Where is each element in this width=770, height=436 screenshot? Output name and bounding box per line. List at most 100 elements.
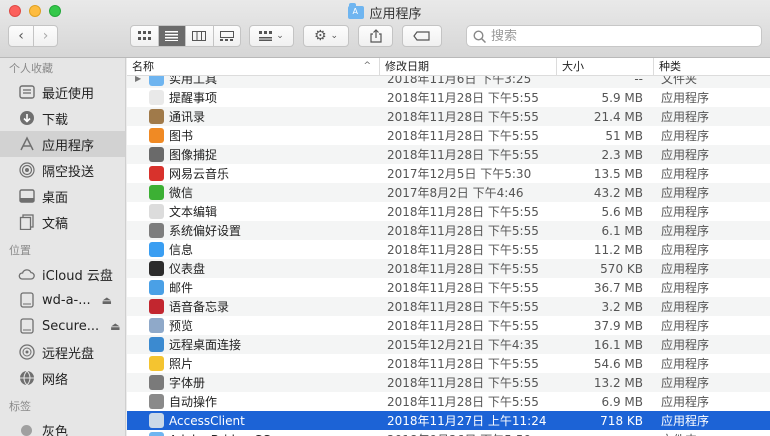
file-date: 2018年11月28日 下午5:55 — [387, 300, 539, 314]
file-name-label: 字体册 — [169, 376, 206, 390]
column-header-kind[interactable]: 种类 — [654, 58, 770, 76]
file-kind: 应用程序 — [661, 167, 710, 181]
file-name-cell: 字体册 — [127, 374, 380, 391]
mail-icon — [149, 280, 164, 295]
disk-icon — [18, 318, 35, 335]
sidebar-item-remote-disc[interactable]: 远程光盘 — [0, 339, 125, 365]
file-row[interactable]: 字体册 2018年11月28日 下午5:55 13.2 MB 应用程序 — [127, 373, 770, 392]
file-row[interactable]: 图像捕捉 2018年11月28日 下午5:55 2.3 MB 应用程序 — [127, 145, 770, 164]
file-row[interactable]: 文本编辑 2018年11月28日 下午5:55 5.6 MB 应用程序 — [127, 202, 770, 221]
sidebar-item-label: Secure... — [42, 318, 100, 334]
file-name-label: 图像捕捉 — [169, 148, 218, 162]
textedit-icon — [149, 204, 164, 219]
disk-icon — [18, 292, 35, 309]
automator-icon — [149, 394, 164, 409]
file-name-cell: 图像捕捉 — [127, 146, 380, 163]
file-date: 2018年11月28日 下午5:55 — [387, 205, 539, 219]
file-row[interactable]: 远程桌面连接 2015年12月21日 下午4:35 16.1 MB 应用程序 — [127, 335, 770, 354]
file-kind: 应用程序 — [661, 129, 710, 143]
sidebar-item-downloads[interactable]: 下载 — [0, 105, 125, 131]
sidebar-item-recents[interactable]: 最近使用 — [0, 79, 125, 105]
file-name-label: 微信 — [169, 186, 194, 200]
file-size: 43.2 MB — [593, 185, 643, 200]
file-row[interactable]: 语音备忘录 2018年11月28日 下午5:55 3.2 MB 应用程序 — [127, 297, 770, 316]
column-header-date[interactable]: 修改日期 — [380, 58, 557, 76]
file-row[interactable]: 系统偏好设置 2018年11月28日 下午5:55 6.1 MB 应用程序 — [127, 221, 770, 240]
file-name-cell: 预览 — [127, 317, 380, 334]
column-header-size[interactable]: 大小 — [557, 58, 654, 76]
sidebar-item-airdrop[interactable]: 隔空投送 — [0, 157, 125, 183]
file-kind: 应用程序 — [661, 338, 710, 352]
file-row[interactable]: 预览 2018年11月28日 下午5:55 37.9 MB 应用程序 — [127, 316, 770, 335]
file-size: 21.4 MB — [593, 109, 643, 124]
file-name-label: 自动操作 — [169, 395, 218, 409]
action-button[interactable]: ⚙ ⌄ — [303, 25, 349, 47]
file-date: 2018年11月28日 下午5:55 — [387, 224, 539, 238]
file-kind: 应用程序 — [661, 262, 710, 276]
sidebar-section-tags: 标签 — [9, 400, 31, 413]
sidebar-item-wd-disk[interactable]: wd-a-... ⏏ — [0, 287, 125, 313]
file-row[interactable]: 微信 2017年8月2日 下午4:46 43.2 MB 应用程序 — [127, 183, 770, 202]
file-name-label: 网易云音乐 — [169, 167, 230, 181]
file-name-label: 仪表盘 — [169, 262, 206, 276]
file-row[interactable]: 网易云音乐 2017年12月5日 下午5:30 13.5 MB 应用程序 — [127, 164, 770, 183]
file-name-label: 系统偏好设置 — [169, 224, 242, 238]
list-view-button[interactable] — [157, 26, 185, 46]
file-kind: 应用程序 — [661, 281, 710, 295]
reminders-icon — [149, 90, 164, 105]
window-title-label: 应用程序 — [369, 7, 422, 22]
file-kind: 应用程序 — [661, 319, 710, 333]
file-date: 2018年11月28日 下午5:55 — [387, 281, 539, 295]
sidebar-item-desktop[interactable]: 桌面 — [0, 183, 125, 209]
file-name-cell: 微信 — [127, 184, 380, 201]
column-header-name[interactable]: 名称 ^ — [127, 58, 380, 76]
forward-button[interactable]: › — [32, 26, 57, 46]
file-row[interactable]: 邮件 2018年11月28日 下午5:55 36.7 MB 应用程序 — [127, 278, 770, 297]
sidebar-item-network[interactable]: 网络 — [0, 365, 125, 391]
remote-desktop-icon — [149, 337, 164, 352]
file-name-cell: 文本编辑 — [127, 203, 380, 220]
sidebar-item-applications[interactable]: 应用程序 — [0, 131, 125, 157]
file-row[interactable]: AccessClient 2018年11月27日 上午11:24 718 KB 应用程… — [127, 411, 770, 430]
column-header-size-label: 大小 — [562, 60, 584, 73]
file-name-label: 文本编辑 — [169, 205, 218, 219]
window-title: A 应用程序 — [0, 3, 770, 22]
file-row[interactable]: 通讯录 2018年11月28日 下午5:55 21.4 MB 应用程序 — [127, 107, 770, 126]
file-kind: 应用程序 — [661, 224, 710, 238]
nav-button-group: ‹ › — [8, 25, 58, 47]
arrange-button[interactable]: ⌄ — [249, 25, 294, 47]
file-date: 2018年11月27日 上午11:24 — [387, 414, 547, 428]
sidebar-item-documents[interactable]: 文稿 — [0, 209, 125, 235]
column-view-icon — [192, 31, 207, 41]
file-row[interactable]: 提醒事项 2018年11月28日 下午5:55 5.9 MB 应用程序 — [127, 88, 770, 107]
file-row[interactable]: 信息 2018年11月28日 下午5:55 11.2 MB 应用程序 — [127, 240, 770, 259]
share-button[interactable] — [358, 25, 393, 47]
file-name-cell: 远程桌面连接 — [127, 336, 380, 353]
search-input[interactable] — [491, 28, 741, 44]
file-name-label: 预览 — [169, 319, 194, 333]
column-view-button[interactable] — [185, 26, 213, 46]
eject-icon[interactable]: ⏏ — [102, 294, 112, 307]
adobe-folder-icon — [149, 432, 164, 436]
file-row[interactable]: 图书 2018年11月28日 下午5:55 51 MB 应用程序 — [127, 126, 770, 145]
file-row[interactable]: ▶Adobe Bridge CC2018年9月26日 下午5:59--文件夹 — [127, 430, 770, 436]
tag-button[interactable] — [402, 25, 442, 47]
airdrop-icon — [18, 162, 35, 179]
eject-icon[interactable]: ⏏ — [110, 320, 120, 333]
gallery-view-button[interactable] — [212, 26, 241, 46]
sidebar-item-secure-disk[interactable]: Secure... ⏏ — [0, 313, 125, 339]
file-row[interactable]: 自动操作 2018年11月28日 下午5:55 6.9 MB 应用程序 — [127, 392, 770, 411]
file-row[interactable]: 仪表盘 2018年11月28日 下午5:55 570 KB 应用程序 — [127, 259, 770, 278]
file-row[interactable]: 照片 2018年11月28日 下午5:55 54.6 MB 应用程序 — [127, 354, 770, 373]
sidebar-item-icloud[interactable]: iCloud 云盘 — [0, 261, 125, 287]
contacts-icon — [149, 109, 164, 124]
file-date: 2018年11月28日 下午5:55 — [387, 148, 539, 162]
back-button[interactable]: ‹ — [9, 26, 33, 46]
search-field[interactable] — [466, 25, 762, 47]
icon-view-icon — [137, 31, 151, 40]
icon-view-button[interactable] — [131, 26, 158, 46]
sidebar-item-tag-gray[interactable]: 灰色 — [0, 417, 125, 436]
file-date: 2018年11月28日 下午5:55 — [387, 376, 539, 390]
sidebar: 个人收藏 最近使用 下载 应用程序 隔空投送 桌面 文稿 位置 iCloud 云… — [0, 58, 126, 436]
file-date: 2015年12月21日 下午4:35 — [387, 338, 539, 352]
